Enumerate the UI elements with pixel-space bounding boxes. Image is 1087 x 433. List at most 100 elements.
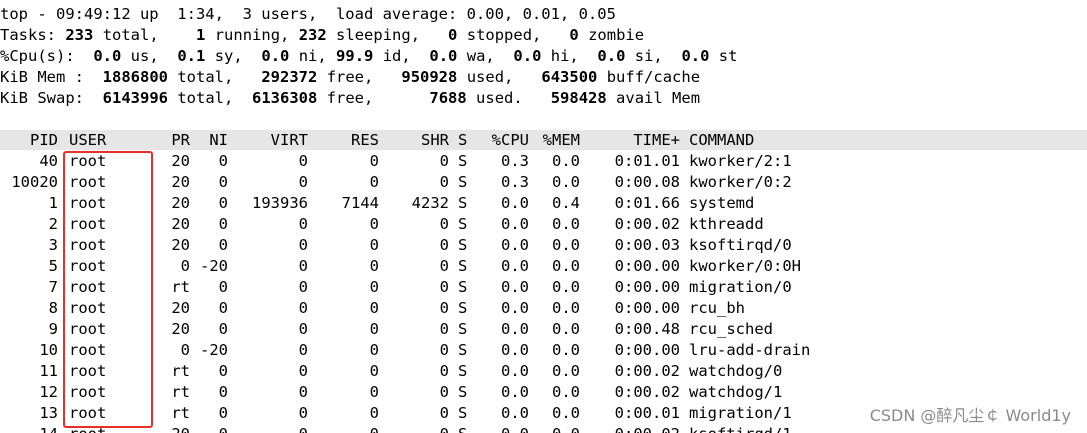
col-s: S — [458, 131, 468, 149]
cell-mem: 0.0 — [552, 299, 580, 317]
cell-pid: 40 — [39, 152, 58, 170]
cell-time: 0:00.00 — [614, 257, 680, 275]
cell-res: 0 — [369, 320, 379, 338]
cell-shr: 0 — [439, 383, 449, 401]
col-pid: PID — [30, 131, 58, 149]
cell-res: 0 — [369, 215, 379, 233]
cell-time: 0:00.08 — [614, 173, 680, 191]
cell-time: 0:00.00 — [614, 341, 680, 359]
cell-shr: 0 — [439, 215, 449, 233]
cell-pr: 20 — [171, 152, 190, 170]
cell-res: 0 — [369, 299, 379, 317]
table-row: 9 root 20 0 0 0 0 S 0.0 0.0 0:00.48 rcu_sched — [0, 319, 1087, 340]
cell-res: 0 — [369, 362, 379, 380]
cell-shr: 0 — [439, 320, 449, 338]
cell-pid: 10 — [39, 341, 58, 359]
tasks-running: 1 — [196, 26, 206, 44]
cell-pid: 2 — [48, 215, 58, 233]
cell-pr: 20 — [171, 173, 190, 191]
cell-cpu: 0.0 — [501, 362, 529, 380]
cell-res: 7144 — [341, 194, 379, 212]
cell-mem: 0.0 — [552, 215, 580, 233]
cell-shr: 4232 — [411, 194, 449, 212]
csdn-watermark: CSDN @醉凡尘￠ World1y — [869, 406, 1071, 425]
cell-ni: 0 — [218, 404, 228, 422]
cell-pid: 11 — [39, 362, 58, 380]
cell-virt: 0 — [298, 257, 308, 275]
cell-res: 0 — [369, 278, 379, 296]
cell-cpu: 0.3 — [501, 173, 529, 191]
cell-pr: 20 — [171, 320, 190, 338]
cell-res: 0 — [316, 424, 379, 433]
col-user: USER — [69, 131, 107, 149]
cell-shr: 0 — [385, 424, 449, 433]
col-cpu: %CPU — [491, 131, 529, 149]
cell-mem: 0.0 — [533, 424, 580, 433]
cell-pr: rt — [171, 404, 190, 422]
table-row: 8 root 20 0 0 0 0 S 0.0 0.0 0:00.00 rcu_bh — [0, 298, 1087, 319]
col-pr: PR — [171, 131, 190, 149]
cell-shr: 0 — [439, 236, 449, 254]
cell-mem: 0.4 — [552, 194, 580, 212]
cell-pr: 0 — [180, 257, 190, 275]
table-row: 12 root rt 0 0 0 0 S 0.0 0.0 0:00.02 watchdog/1 — [0, 382, 1087, 403]
cell-res: 0 — [369, 152, 379, 170]
col-time: TIME+ — [633, 131, 680, 149]
cell-cpu: 0.3 — [501, 152, 529, 170]
cell-cpu: 0.0 — [501, 299, 529, 317]
cell-time: 0:00.02 — [614, 215, 680, 233]
cell-pid: 12 — [39, 383, 58, 401]
cell-mem: 0.0 — [552, 341, 580, 359]
cell-s: S — [458, 278, 468, 296]
cell-virt: 0 — [298, 152, 308, 170]
cell-cpu: 0.0 — [501, 320, 529, 338]
tasks-line: Tasks: 233 total, 1 running, 232 sleepin… — [0, 26, 645, 44]
cell-s: S — [458, 152, 468, 170]
cell-mem: 0.0 — [552, 362, 580, 380]
cell-ni: 0 — [218, 194, 228, 212]
cell-res: 0 — [369, 236, 379, 254]
table-row: 40 root 20 0 0 0 0 S 0.3 0.0 0:01.01 kworker/2:1 — [0, 151, 1087, 172]
cell-res: 0 — [369, 341, 379, 359]
cell-ni: 0 — [218, 236, 228, 254]
cell-virt: 0 — [298, 215, 308, 233]
cell-s: S — [458, 299, 468, 317]
cell-virt: 0 — [298, 299, 308, 317]
table-row: 2 root 20 0 0 0 0 S 0.0 0.0 0:00.02 kthreadd — [0, 214, 1087, 235]
cell-virt: 0 — [298, 173, 308, 191]
cell-command: kworker/0:0H — [689, 257, 801, 275]
uptime-line: top - 09:49:12 up 1:34, 3 users, load av… — [0, 5, 616, 23]
table-row: 7 root rt 0 0 0 0 S 0.0 0.0 0:00.00 migration/0 — [0, 277, 1087, 298]
cell-pid: 13 — [39, 404, 58, 422]
col-mem: %MEM — [542, 131, 580, 149]
tasks-sleeping: 232 — [298, 26, 327, 44]
cell-ni: 0 — [218, 152, 228, 170]
mem-line: KiB Mem : 1886800 total, 292372 free, 95… — [0, 68, 701, 86]
cell-res: 0 — [369, 404, 379, 422]
cell-s: S — [458, 236, 468, 254]
cell-command: kthreadd — [689, 215, 764, 233]
cell-virt: 0 — [298, 320, 308, 338]
tasks-zombie: 0 — [569, 26, 579, 44]
cell-s: S — [458, 424, 472, 433]
table-row: 10020 root 20 0 0 0 0 S 0.3 0.0 0:00.08 kworker/0:2 — [0, 172, 1087, 193]
cell-virt: 0 — [298, 362, 308, 380]
cell-pr: 20 — [171, 215, 190, 233]
cell-pr: 20 — [160, 424, 190, 433]
cell-shr: 0 — [439, 278, 449, 296]
cell-ni: 0 — [218, 215, 228, 233]
col-command: COMMAND — [689, 131, 755, 149]
cell-s: S — [458, 194, 468, 212]
cell-mem: 0.0 — [552, 320, 580, 338]
cell-command: rcu_bh — [689, 299, 745, 317]
cell-command: watchdog/1 — [689, 383, 783, 401]
cell-mem: 0.0 — [552, 404, 580, 422]
cell-time: 0:00.02 — [614, 362, 680, 380]
cell-pid: 1 — [48, 194, 58, 212]
cell-virt: 0 — [298, 383, 308, 401]
cell-shr: 0 — [439, 152, 449, 170]
user-column-highlight — [63, 151, 153, 428]
col-ni: NI — [209, 131, 228, 149]
table-row: 3 root 20 0 0 0 0 S 0.0 0.0 0:00.03 ksoftirqd/0 — [0, 235, 1087, 256]
cell-s: S — [458, 404, 468, 422]
